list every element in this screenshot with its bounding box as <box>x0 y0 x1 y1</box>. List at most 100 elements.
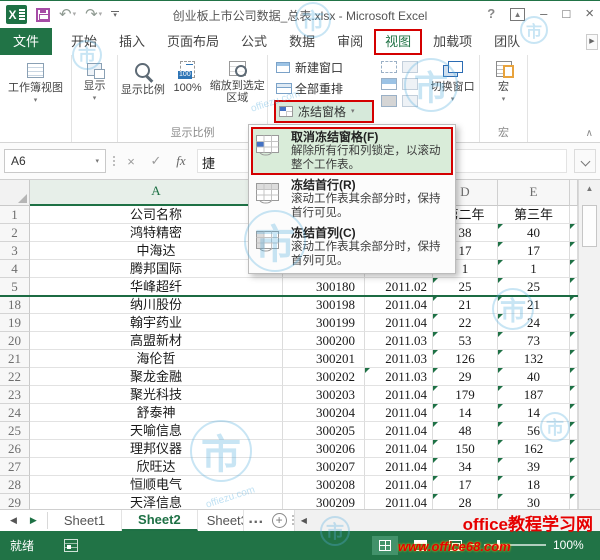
add-sheet-icon[interactable]: + <box>271 513 287 528</box>
cell-code[interactable]: 300198 <box>283 296 365 314</box>
cell-overflow[interactable] <box>570 332 578 350</box>
zoom-button[interactable]: 显示比例 <box>118 55 168 125</box>
cell-company[interactable]: 鸿特精密 <box>30 224 283 242</box>
menu-item-unfreeze-panes[interactable]: 取消冻结窗格(F) 解除所有行和列锁定，以滚动整个工作表。 <box>251 127 453 175</box>
cell-year2[interactable]: 48 <box>433 422 498 440</box>
cell-year3[interactable]: 40 <box>498 224 570 242</box>
cell-date[interactable]: 2011.04 <box>365 404 433 422</box>
cell-year3[interactable]: 132 <box>498 350 570 368</box>
undo-button[interactable]: ↶ ▾ <box>59 7 76 22</box>
column-header-e[interactable]: E <box>498 180 570 206</box>
cell-company[interactable]: 中海达 <box>30 242 283 260</box>
unhide-button[interactable] <box>381 95 398 107</box>
cell-year3[interactable]: 17 <box>498 242 570 260</box>
zoom-to-selection-button[interactable]: 缩放到选定区域 <box>207 55 267 125</box>
cell-year3[interactable]: 73 <box>498 332 570 350</box>
sheet-tab-sheet1[interactable]: Sheet1 <box>48 510 123 531</box>
cell-date[interactable]: 2011.04 <box>365 314 433 332</box>
zoom-percentage[interactable]: 100% <box>553 538 584 552</box>
row-header[interactable]: 27 <box>0 458 30 476</box>
cell-code[interactable]: 300204 <box>283 404 365 422</box>
cell-overflow[interactable] <box>570 224 578 242</box>
split-button[interactable] <box>381 61 398 73</box>
save-icon[interactable] <box>36 7 50 22</box>
cell-date[interactable]: 2011.02 <box>365 278 433 296</box>
formula-bar-expand-icon[interactable] <box>574 149 596 173</box>
tab-file[interactable]: 文件 <box>0 28 52 55</box>
cell-year3[interactable]: 40 <box>498 368 570 386</box>
cell-year3[interactable]: 24 <box>498 314 570 332</box>
tab-addins[interactable]: 加载项 <box>422 28 483 55</box>
cell-year3[interactable]: 14 <box>498 404 570 422</box>
cell-date[interactable]: 2011.03 <box>365 332 433 350</box>
cell-overflow[interactable] <box>570 440 578 458</box>
cell-year2[interactable]: 34 <box>433 458 498 476</box>
cell-overflow[interactable] <box>570 260 578 278</box>
tab-review[interactable]: 审阅 <box>326 28 374 55</box>
column-header-f[interactable] <box>570 180 578 206</box>
cell-year2[interactable]: 22 <box>433 314 498 332</box>
cell-year3[interactable]: 162 <box>498 440 570 458</box>
cell-overflow[interactable] <box>570 386 578 404</box>
cell-code[interactable]: 300201 <box>283 350 365 368</box>
cell-code[interactable]: 300207 <box>283 458 365 476</box>
cell-code[interactable]: 300202 <box>283 368 365 386</box>
horizontal-scrollbar[interactable]: ◀ <box>293 510 600 531</box>
cell-year2[interactable]: 150 <box>433 440 498 458</box>
tab-scroll-right-icon[interactable]: ▶ <box>586 34 598 50</box>
insert-function-icon[interactable]: fx <box>172 153 190 169</box>
cell-company[interactable]: 华峰超纤 <box>30 278 283 296</box>
row-header[interactable]: 19 <box>0 314 30 332</box>
cell-code[interactable]: 300180 <box>283 278 365 296</box>
name-box[interactable]: A6 ▾ <box>4 149 106 173</box>
cell-date[interactable]: 2011.04 <box>365 296 433 314</box>
cell-company[interactable]: 纳川股份 <box>30 296 283 314</box>
cell-code[interactable]: 300200 <box>283 332 365 350</box>
cell-code[interactable]: 300203 <box>283 386 365 404</box>
sheet-tab-sheet2[interactable]: Sheet2 <box>122 510 198 531</box>
reset-window-position-button[interactable] <box>402 95 419 107</box>
tab-insert[interactable]: 插入 <box>108 28 156 55</box>
cell-year2[interactable]: 14 <box>433 404 498 422</box>
cancel-icon[interactable]: × <box>122 154 140 169</box>
cell-year3[interactable]: 第三年 <box>498 206 570 224</box>
row-header[interactable]: 24 <box>0 404 30 422</box>
cell-date[interactable]: 2011.04 <box>365 386 433 404</box>
cell-date[interactable]: 2011.04 <box>365 422 433 440</box>
help-icon[interactable]: ? <box>487 5 495 23</box>
cell-company[interactable]: 翰宇药业 <box>30 314 283 332</box>
macro-record-icon[interactable] <box>64 539 79 552</box>
cell-date[interactable]: 2011.04 <box>365 494 433 509</box>
row-header[interactable]: 5 <box>0 278 30 296</box>
cell-year3[interactable]: 18 <box>498 476 570 494</box>
view-side-by-side-button[interactable] <box>402 61 419 73</box>
cell-date[interactable]: 2011.03 <box>365 368 433 386</box>
cell-company[interactable]: 高盟新材 <box>30 332 283 350</box>
cell-company[interactable]: 聚光科技 <box>30 386 283 404</box>
cell-year2[interactable]: 17 <box>433 476 498 494</box>
row-header[interactable]: 28 <box>0 476 30 494</box>
tab-formulas[interactable]: 公式 <box>230 28 278 55</box>
cell-overflow[interactable] <box>570 476 578 494</box>
cell-year3[interactable]: 21 <box>498 296 570 314</box>
zoom-slider-thumb[interactable] <box>496 540 500 550</box>
row-header[interactable]: 18 <box>0 296 30 314</box>
cell-year2[interactable]: 29 <box>433 368 498 386</box>
cell-date[interactable]: 2011.04 <box>365 476 433 494</box>
row-header[interactable]: 26 <box>0 440 30 458</box>
row-header[interactable]: 2 <box>0 224 30 242</box>
arrange-all-button[interactable]: 全部重排 <box>274 79 374 98</box>
normal-view-button[interactable] <box>372 536 398 555</box>
cell-date[interactable]: 2011.04 <box>365 458 433 476</box>
row-header[interactable]: 1 <box>0 206 30 224</box>
cell-overflow[interactable] <box>570 206 578 224</box>
cell-overflow[interactable] <box>570 242 578 260</box>
cell-year2[interactable]: 53 <box>433 332 498 350</box>
cell-company[interactable]: 腾邦国际 <box>30 260 283 278</box>
cell-company[interactable]: 理邦仪器 <box>30 440 283 458</box>
sheet-tab-sheet3[interactable]: Sheet3 <box>198 510 244 531</box>
show-button[interactable]: 显示 ▾ <box>72 55 117 125</box>
vertical-scrollbar[interactable]: ▲ <box>578 180 600 509</box>
cell-year3[interactable]: 30 <box>498 494 570 509</box>
cell-overflow[interactable] <box>570 314 578 332</box>
